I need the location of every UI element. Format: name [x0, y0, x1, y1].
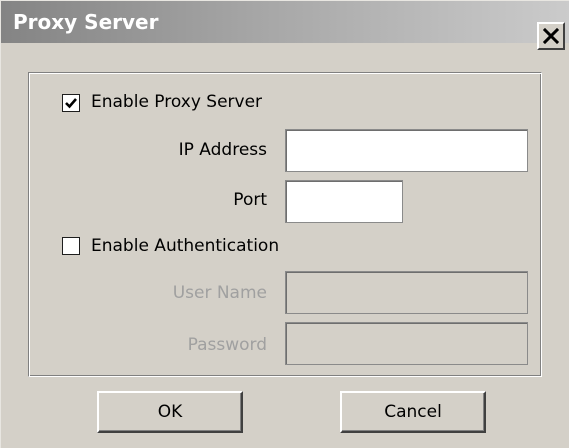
user-name-label: User Name: [172, 283, 267, 303]
cancel-button[interactable]: Cancel: [340, 391, 486, 433]
password-label: Password: [187, 335, 267, 355]
checkmark-icon: [65, 98, 77, 109]
close-icon: [543, 28, 559, 44]
port-label: Port: [233, 190, 267, 210]
port-input[interactable]: [285, 180, 403, 223]
enable-authentication-label[interactable]: Enable Authentication: [91, 236, 279, 256]
ip-address-input[interactable]: [285, 129, 528, 172]
close-button[interactable]: [537, 22, 565, 50]
enable-authentication-checkbox[interactable]: [62, 237, 80, 255]
enable-proxy-checkbox[interactable]: [62, 94, 80, 112]
dialog-title: Proxy Server: [13, 10, 159, 34]
enable-proxy-label[interactable]: Enable Proxy Server: [91, 92, 262, 112]
ok-button[interactable]: OK: [97, 391, 243, 433]
user-name-input[interactable]: [285, 271, 528, 314]
ip-address-label: IP Address: [178, 140, 267, 160]
title-bar[interactable]: Proxy Server: [1, 1, 569, 43]
password-input[interactable]: [285, 322, 528, 365]
proxy-server-dialog: Proxy Server Enable Proxy Server IP Addr…: [0, 0, 569, 448]
